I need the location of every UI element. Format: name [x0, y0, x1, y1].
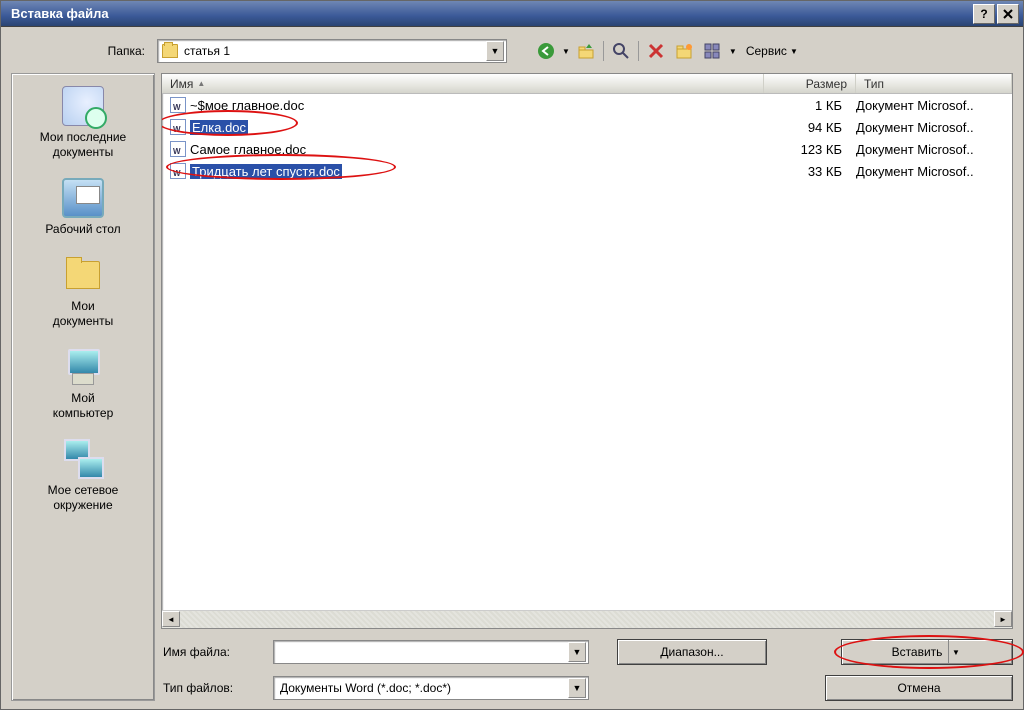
back-button[interactable] — [533, 39, 559, 63]
toolbar: Папка: статья 1 ▼ ▼ — [1, 27, 1023, 73]
place-desktop[interactable]: Рабочий стол — [18, 172, 148, 245]
my-documents-icon — [62, 255, 104, 295]
list-header: Имя▲ Размер Тип — [162, 74, 1012, 94]
help-button[interactable]: ? — [973, 4, 995, 24]
tools-menu[interactable]: Сервис ▼ — [741, 39, 803, 63]
current-folder-name: статья 1 — [184, 44, 480, 58]
file-list[interactable]: Имя▲ Размер Тип ~$мое главное.doc 1 КБ Д… — [161, 73, 1013, 629]
views-dropdown[interactable]: ▼ — [727, 47, 739, 56]
window-title: Вставка файла — [5, 6, 973, 21]
recent-docs-icon — [62, 86, 104, 126]
my-computer-icon — [62, 347, 104, 387]
place-mycomp[interactable]: Мой компьютер — [18, 341, 148, 429]
views-button[interactable] — [699, 39, 725, 63]
title-bar: Вставка файла ? — [1, 1, 1023, 27]
insert-button[interactable]: Вставить ▼ — [841, 639, 1013, 665]
place-mydocs[interactable]: Мои документы — [18, 249, 148, 337]
file-insert-dialog: Вставка файла ? Папка: статья 1 ▼ ▼ — [0, 0, 1024, 710]
desktop-icon — [62, 178, 104, 218]
folder-dropdown[interactable]: статья 1 ▼ — [157, 39, 507, 63]
column-size[interactable]: Размер — [764, 74, 856, 93]
filetype-combo[interactable]: Документы Word (*.doc; *.doc*) ▼ — [273, 676, 589, 700]
dropdown-arrow-icon[interactable]: ▼ — [568, 642, 586, 662]
file-row[interactable]: Елка.doc 94 КБ Документ Microsof.. — [162, 116, 1012, 138]
list-body: ~$мое главное.doc 1 КБ Документ Microsof… — [162, 94, 1012, 610]
folder-icon — [162, 44, 178, 58]
column-type[interactable]: Тип — [856, 74, 1012, 93]
places-bar: Мои последние документы Рабочий стол Мои… — [11, 73, 155, 701]
sort-asc-icon: ▲ — [197, 79, 205, 88]
dropdown-arrow-icon[interactable]: ▼ — [486, 41, 504, 61]
scroll-track[interactable] — [180, 611, 994, 628]
up-button[interactable] — [573, 39, 599, 63]
scroll-left-icon[interactable]: ◄ — [162, 611, 180, 627]
file-pane: Имя▲ Размер Тип ~$мое главное.doc 1 КБ Д… — [161, 73, 1013, 701]
bottom-controls: Имя файла: ▼ Диапазон... Вставить ▼ — [161, 629, 1013, 701]
word-doc-icon — [170, 97, 186, 113]
file-row[interactable]: Тридцать лет спустя.doc 33 КБ Документ M… — [162, 160, 1012, 182]
close-button[interactable] — [997, 4, 1019, 24]
search-button[interactable] — [608, 39, 634, 63]
file-row[interactable]: Самое главное.doc 123 КБ Документ Micros… — [162, 138, 1012, 160]
word-doc-icon — [170, 119, 186, 135]
dropdown-arrow-icon[interactable]: ▼ — [568, 678, 586, 698]
new-folder-button[interactable] — [671, 39, 697, 63]
cancel-button[interactable]: Отмена — [825, 675, 1013, 701]
range-button[interactable]: Диапазон... — [617, 639, 767, 665]
word-doc-icon — [170, 141, 186, 157]
filetype-label: Тип файлов: — [161, 681, 265, 695]
horizontal-scrollbar[interactable]: ◄ ► — [162, 610, 1012, 628]
folder-label: Папка: — [11, 44, 151, 58]
delete-button[interactable] — [643, 39, 669, 63]
back-dropdown[interactable]: ▼ — [561, 47, 571, 56]
word-doc-icon — [170, 163, 186, 179]
file-row[interactable]: ~$мое главное.doc 1 КБ Документ Microsof… — [162, 94, 1012, 116]
scroll-right-icon[interactable]: ► — [994, 611, 1012, 627]
filename-combo[interactable]: ▼ — [273, 640, 589, 664]
place-network[interactable]: Мое сетевое окружение — [18, 433, 148, 521]
filename-label: Имя файла: — [161, 645, 265, 659]
column-name[interactable]: Имя▲ — [162, 74, 764, 93]
network-places-icon — [62, 439, 104, 479]
place-recent[interactable]: Мои последние документы — [18, 80, 148, 168]
insert-split-arrow-icon[interactable]: ▼ — [948, 640, 962, 664]
